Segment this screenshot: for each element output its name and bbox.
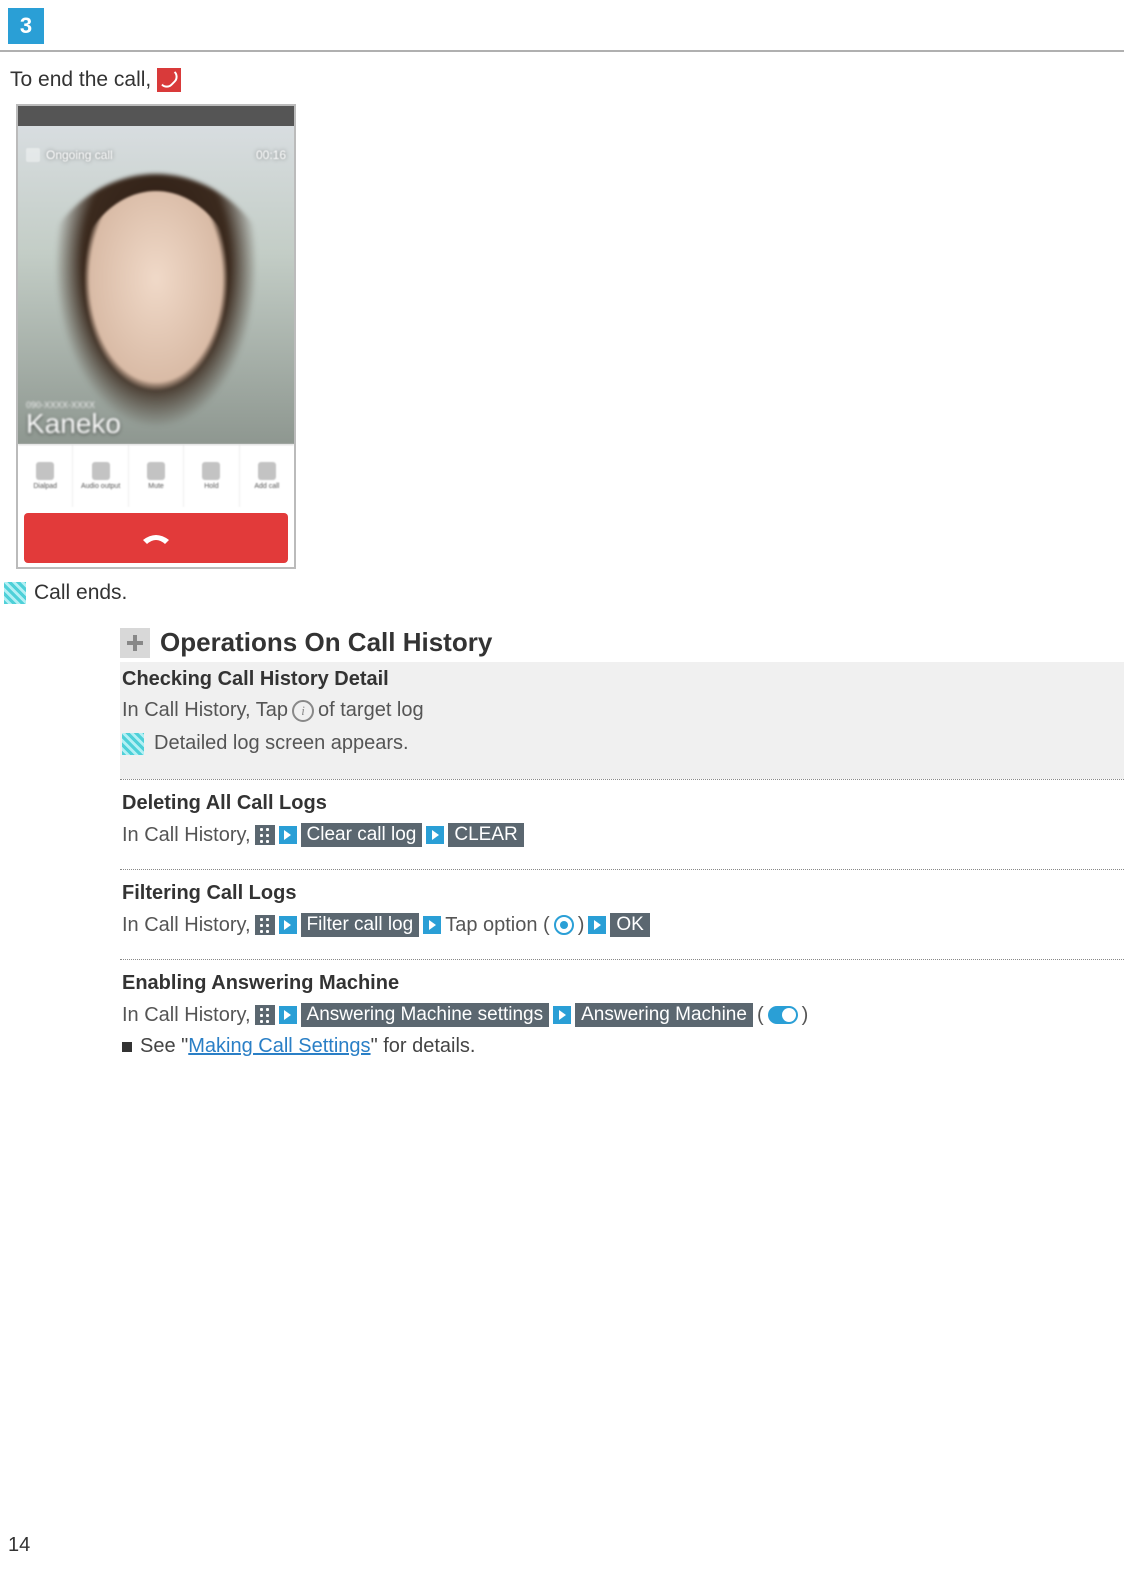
sub-heading: Enabling Answering Machine <box>120 968 1124 999</box>
end-call-icon <box>157 68 181 92</box>
sub-result: Detailed log screen appears. <box>120 726 1124 761</box>
chip-clear-call-log: Clear call log <box>301 823 423 847</box>
sub-instruction: In Call History, Answering Machine setti… <box>120 999 1124 1031</box>
phone-status-right: 00:16 <box>256 148 286 162</box>
sub-instruction: In Call History, Clear call log CLEAR <box>120 819 1124 851</box>
arrow-icon <box>279 1006 297 1024</box>
menu-icon <box>255 915 275 935</box>
sub-heading: Checking Call History Detail <box>120 664 1124 695</box>
link-making-call-settings[interactable]: Making Call Settings <box>188 1035 370 1057</box>
chip-filter-call-log: Filter call log <box>301 913 420 937</box>
phone-end-call-button <box>24 513 288 563</box>
result-icon <box>4 582 26 604</box>
chip-am: Answering Machine <box>575 1003 753 1027</box>
page-number: 14 <box>8 1534 30 1557</box>
chip-am-settings: Answering Machine settings <box>301 1003 550 1027</box>
sub-block-delete-all: Deleting All Call Logs In Call History, … <box>120 779 1124 869</box>
phone-contact-name: Kaneko <box>26 408 121 440</box>
phone-photo-area: Ongoing call 00:16 090-XXXX-XXXX Kaneko <box>18 126 294 444</box>
phone-toolbar-btn: Dialpad <box>18 445 73 507</box>
sub-block-answering-machine: Enabling Answering Machine In Call Histo… <box>120 959 1124 1080</box>
result-text: Call ends. <box>34 581 127 605</box>
result-icon <box>122 733 144 755</box>
instruction-text: To end the call, <box>10 68 157 91</box>
phone-toolbar-btn: Mute <box>129 445 184 507</box>
phone-statusbar <box>18 106 294 126</box>
arrow-icon <box>279 826 297 844</box>
radio-icon <box>554 915 574 935</box>
plus-icon <box>120 628 150 658</box>
operations-section: Operations On Call History Checking Call… <box>120 621 1124 1080</box>
step-number-badge: 3 <box>8 8 44 44</box>
instruction-line: To end the call, <box>0 64 1124 96</box>
phone-toolbar-btn: Add call <box>240 445 294 507</box>
chip-ok: OK <box>610 913 649 937</box>
arrow-icon <box>426 826 444 844</box>
sub-block-filter: Filtering Call Logs In Call History, Fil… <box>120 869 1124 959</box>
note-row: See "Making Call Settings" for details. <box>120 1031 1124 1062</box>
menu-icon <box>255 1005 275 1025</box>
arrow-icon <box>423 916 441 934</box>
arrow-icon <box>588 916 606 934</box>
arrow-icon <box>553 1006 571 1024</box>
phone-toolbar-btn: Hold <box>184 445 239 507</box>
section-title: Operations On Call History <box>160 627 492 658</box>
phone-screenshot: Ongoing call 00:16 090-XXXX-XXXX Kaneko … <box>16 104 296 569</box>
info-icon: i <box>292 700 314 722</box>
section-title-row: Operations On Call History <box>120 621 1124 662</box>
sub-heading: Deleting All Call Logs <box>120 788 1124 819</box>
toggle-on-icon <box>768 1006 798 1024</box>
phone-toolbar-btn: Audio output <box>73 445 128 507</box>
chip-clear: CLEAR <box>448 823 523 847</box>
divider <box>0 50 1124 52</box>
sub-instruction: In Call History, Tap i of target log <box>120 695 1124 726</box>
sub-heading: Filtering Call Logs <box>120 878 1124 909</box>
menu-icon <box>255 825 275 845</box>
phone-call-header: Ongoing call 00:16 <box>26 148 286 162</box>
phone-toolbar: Dialpad Audio output Mute Hold Add call <box>18 444 294 507</box>
bullet-icon <box>122 1042 132 1052</box>
sub-instruction: In Call History, Filter call log Tap opt… <box>120 909 1124 941</box>
result-line: Call ends. <box>0 575 1124 621</box>
arrow-icon <box>279 916 297 934</box>
phone-status-left: Ongoing call <box>46 148 113 162</box>
sub-block-checking-detail: Checking Call History Detail In Call His… <box>120 662 1124 779</box>
